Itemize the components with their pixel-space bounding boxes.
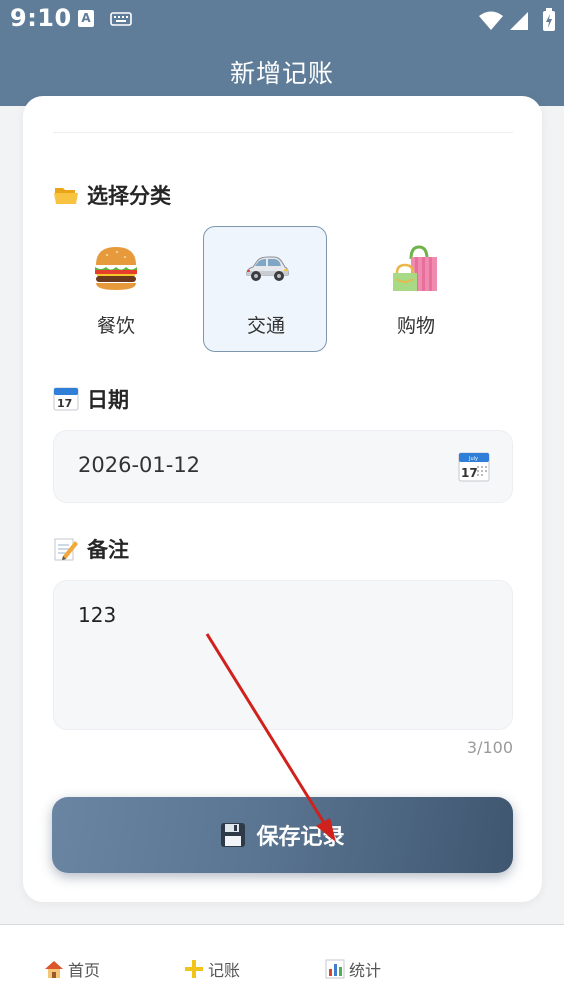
note-section-title: 备注	[53, 534, 129, 564]
svg-text:17: 17	[461, 466, 478, 480]
note-value: 123	[78, 603, 117, 627]
floppy-disk-icon	[221, 823, 246, 847]
nav-add-record[interactable]: 记账	[184, 957, 240, 981]
status-time: 9:10	[10, 4, 72, 32]
category-section-title: 选择分类	[53, 180, 171, 210]
cell-signal-icon	[510, 12, 528, 30]
category-label: 餐饮	[96, 315, 135, 337]
nav-statistics[interactable]: 统计	[325, 957, 381, 981]
calendar-picker-icon[interactable]: July 17	[458, 451, 490, 483]
date-section-title: 17 日期	[53, 384, 129, 414]
nav-label: 首页	[68, 961, 101, 980]
save-button-label: 保存记录	[256, 825, 345, 850]
battery-charging-icon	[543, 8, 555, 31]
save-button[interactable]: 保存记录	[52, 797, 513, 873]
bar-chart-icon	[325, 959, 345, 979]
wifi-icon	[479, 11, 503, 30]
category-shopping[interactable]: 购物	[353, 226, 477, 352]
category-transport[interactable]: 交通	[203, 226, 327, 352]
status-bar: 9:10 A	[0, 0, 564, 38]
divider	[53, 132, 513, 133]
keyboard-icon	[110, 12, 132, 26]
hamburger-icon	[95, 247, 137, 290]
car-icon	[246, 256, 289, 281]
note-char-counter: 3/100	[466, 738, 513, 757]
calendar-icon: 17	[53, 387, 79, 411]
category-dining[interactable]: 餐饮	[53, 226, 177, 352]
page-title: 新增记账	[229, 59, 334, 88]
nav-home[interactable]: 首页	[44, 957, 100, 981]
house-icon	[45, 961, 63, 978]
app-top-bar: 9:10 A 新增记账	[0, 0, 564, 106]
shopping-bags-icon	[393, 245, 437, 291]
category-list: 餐饮 交通 购物	[53, 226, 513, 352]
category-label: 购物	[396, 315, 435, 337]
date-input[interactable]: 2026-01-12 July 17	[53, 430, 513, 503]
bottom-navigation: 首页 记账 统计	[0, 924, 564, 1004]
memo-icon	[54, 538, 78, 561]
date-value: 2026-01-12	[78, 453, 201, 477]
folder-icon	[54, 188, 78, 204]
nav-label: 记账	[208, 961, 241, 980]
category-label: 交通	[246, 315, 285, 337]
note-textarea[interactable]: 123	[53, 580, 513, 730]
svg-text:July: July	[468, 456, 478, 462]
nav-label: 统计	[349, 961, 382, 980]
notification-a-icon: A	[78, 10, 94, 27]
svg-text:17: 17	[57, 397, 72, 410]
plus-icon	[185, 960, 203, 978]
